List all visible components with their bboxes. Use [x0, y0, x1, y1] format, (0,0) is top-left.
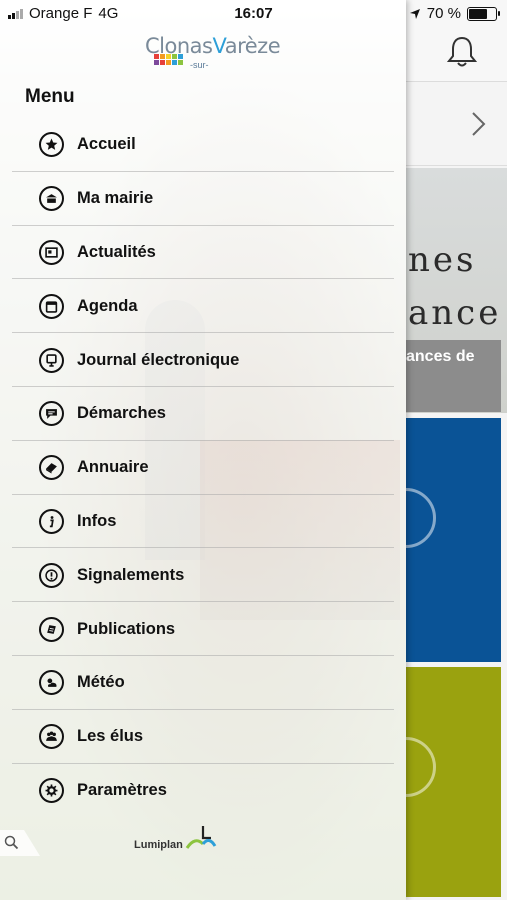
menu-item-label: Journal électronique [77, 350, 240, 369]
menu-item-accueil[interactable]: Accueil [0, 118, 406, 172]
side-menu-drawer: ClonasVarèze -sur- Menu Accueil Ma mairi… [0, 0, 406, 900]
menu-item-signalements[interactable]: Signalements [0, 548, 406, 602]
menu-item-agenda[interactable]: Agenda [0, 279, 406, 333]
battery-percent: 70 % [426, 5, 461, 22]
chat-icon [39, 401, 64, 427]
menu-item-label: Infos [77, 511, 117, 530]
menu-item-label: Météo [77, 673, 125, 692]
star-icon [39, 132, 64, 158]
menu-item-label: Démarches [77, 404, 166, 423]
gear-icon [39, 777, 64, 803]
menu-item-label: Agenda [77, 296, 138, 315]
location-arrow-icon [409, 8, 420, 19]
alert-icon [39, 562, 64, 588]
info-icon [39, 508, 64, 534]
logo-mosaic [154, 54, 183, 65]
battery-icon [467, 6, 500, 21]
magnifier-icon [4, 835, 19, 850]
clonas-logo: ClonasVarèze -sur- [140, 30, 281, 78]
book-icon [39, 455, 64, 481]
menu-list: Accueil Ma mairie Actualités Agenda Jour… [0, 118, 406, 817]
battery-fill [469, 8, 488, 19]
calendar-icon [39, 293, 64, 319]
menu-item-annuaire[interactable]: Annuaire [0, 441, 406, 495]
bell-icon[interactable] [444, 34, 480, 70]
menu-item-publications[interactable]: Publications [0, 602, 406, 656]
menu-item-demarches[interactable]: Démarches [0, 387, 406, 441]
menu-item-ma-mairie[interactable]: Ma mairie [0, 172, 406, 226]
lumiplan-logo: Lumiplan [134, 824, 217, 852]
menu-item-label: Ma mairie [77, 189, 154, 208]
status-bar: Orange F 4G 16:07 70 % [0, 0, 507, 28]
menu-item-label: Accueil [77, 135, 136, 154]
menu-item-infos[interactable]: Infos [0, 495, 406, 549]
menu-item-label: Publications [77, 619, 176, 638]
menu-item-journal-electronique[interactable]: Journal électronique [0, 333, 406, 387]
menu-item-label: Paramètres [77, 780, 167, 799]
weather-icon [39, 670, 64, 696]
featured-title-line-2: ance [408, 293, 502, 333]
logo-sub: -sur- [190, 60, 209, 70]
logo-word-areze: arèze [224, 34, 281, 58]
menu-item-label: Actualités [77, 242, 156, 261]
town-hall-icon [39, 186, 64, 212]
publication-icon [39, 616, 64, 642]
app-list-row[interactable] [406, 86, 507, 166]
menu-item-les-elus[interactable]: Les élus [0, 710, 406, 764]
tile-olive[interactable] [376, 667, 501, 897]
featured-title-line-1: nes [408, 240, 477, 280]
menu-item-label: Signalements [77, 565, 185, 584]
people-icon [39, 724, 64, 750]
menu-item-label: Annuaire [77, 458, 149, 477]
lumiplan-mark-icon [185, 826, 217, 849]
logo-letter-v: V [212, 34, 225, 58]
menu-item-meteo[interactable]: Météo [0, 656, 406, 710]
menu-title: Menu [25, 86, 75, 107]
chevron-right-icon[interactable] [470, 110, 488, 138]
featured-banner-text: ances de [406, 348, 475, 365]
menu-item-actualites[interactable]: Actualités [0, 226, 406, 280]
screen-icon [39, 347, 64, 373]
news-icon [39, 239, 64, 265]
lumiplan-brand: Lumiplan [134, 839, 183, 851]
menu-item-label: Les élus [77, 727, 144, 746]
tile-blue[interactable] [376, 418, 501, 662]
menu-item-parametres[interactable]: Paramètres [0, 764, 406, 818]
